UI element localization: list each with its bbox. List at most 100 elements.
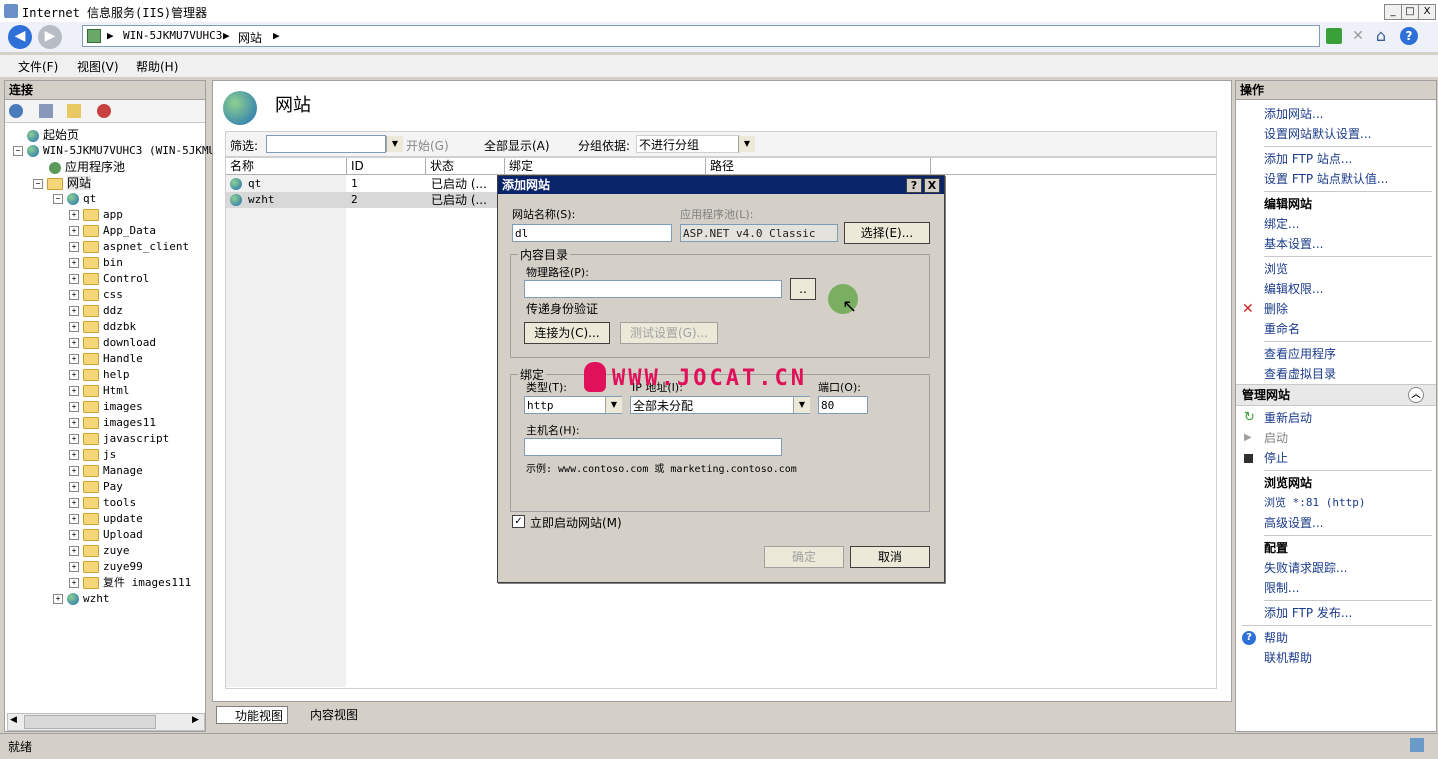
action-add-ftp[interactable]: 添加 FTP 站点... <box>1242 149 1436 169</box>
home-icon[interactable]: ⌂ <box>1372 27 1390 45</box>
action-limits[interactable]: 限制... <box>1242 578 1436 598</box>
column-name[interactable]: 名称 <box>226 158 347 174</box>
tree-folder[interactable]: + App_Data <box>5 223 205 239</box>
expand-icon[interactable]: + <box>69 450 79 460</box>
tree-folder[interactable]: + ddzbk <box>5 319 205 335</box>
column-id[interactable]: ID <box>347 158 426 174</box>
physical-path-input[interactable] <box>524 280 782 298</box>
tree-folder[interactable]: + Upload <box>5 527 205 543</box>
disconnect-icon[interactable] <box>97 104 111 118</box>
port-input[interactable]: 80 <box>818 396 868 414</box>
maximize-button[interactable]: □ <box>1401 4 1419 20</box>
tab-content-view[interactable]: 内容视图 <box>292 706 364 724</box>
action-ftp-defaults[interactable]: 设置 FTP 站点默认值... <box>1242 169 1436 189</box>
tree-site-wzht[interactable]: + wzht <box>5 591 205 607</box>
tree-folder[interactable]: + tools <box>5 495 205 511</box>
host-name-input[interactable] <box>524 438 782 456</box>
tree-folder[interactable]: + zuye99 <box>5 559 205 575</box>
up-folder-icon[interactable] <box>67 104 81 118</box>
back-arrow-icon[interactable]: ◀ <box>8 25 32 49</box>
select-app-pool-button[interactable]: 选择(E)... <box>844 222 930 244</box>
expand-icon[interactable]: + <box>69 306 79 316</box>
breadcrumb-sites[interactable]: 网站 <box>238 29 262 46</box>
ip-address-select[interactable]: 全部未分配 <box>630 396 810 414</box>
cancel-button[interactable]: 取消 <box>850 546 930 568</box>
filter-input[interactable] <box>266 135 386 153</box>
connect-as-button[interactable]: 连接为(C)... <box>524 322 610 344</box>
tree-folder[interactable]: + Control <box>5 271 205 287</box>
action-start[interactable]: ▶ 启动 <box>1242 428 1436 448</box>
expand-icon[interactable]: + <box>69 402 79 412</box>
action-online-help[interactable]: 联机帮助 <box>1242 648 1436 668</box>
action-browse-81[interactable]: 浏览 *:81 (http) <box>1242 493 1436 513</box>
action-add-ftp-pub[interactable]: 添加 FTP 发布... <box>1242 603 1436 623</box>
tree-server[interactable]: − WIN-5JKMU7VUHC3 (WIN-5JKMU <box>5 143 215 159</box>
tree-folder[interactable]: + css <box>5 287 205 303</box>
action-add-site[interactable]: 添加网站... <box>1242 104 1436 124</box>
expand-icon[interactable]: + <box>69 386 79 396</box>
collapse-icon[interactable]: − <box>13 146 23 156</box>
tree-sites[interactable]: − 网站 <box>5 175 205 191</box>
group-dropdown-icon[interactable]: ▼ <box>738 136 755 152</box>
expand-icon[interactable]: + <box>69 242 79 252</box>
scroll-thumb[interactable] <box>24 715 156 729</box>
column-path[interactable]: 路径 <box>706 158 931 174</box>
expand-icon[interactable]: + <box>69 258 79 268</box>
tree-folder[interactable]: + bin <box>5 255 205 271</box>
tree-folder[interactable]: + Handle <box>5 351 205 367</box>
action-bindings[interactable]: 绑定... <box>1242 214 1436 234</box>
tree-folder[interactable]: + Html <box>5 383 205 399</box>
expand-icon[interactable]: + <box>69 418 79 428</box>
close-button[interactable]: X <box>1418 4 1436 20</box>
refresh-icon[interactable] <box>1326 28 1342 44</box>
table-row[interactable]: qt 1 已启动 (... <box>226 176 506 192</box>
action-help[interactable]: ? 帮助 <box>1242 628 1436 648</box>
action-view-apps[interactable]: 查看应用程序 <box>1242 344 1436 364</box>
table-row[interactable]: wzht 2 已启动 (... <box>226 192 506 208</box>
column-status[interactable]: 状态 <box>426 158 505 174</box>
tree-site-qt[interactable]: − qt <box>5 191 205 207</box>
group-by-select[interactable]: 不进行分组 <box>636 135 740 153</box>
expand-icon[interactable]: + <box>69 530 79 540</box>
expand-icon[interactable]: + <box>69 562 79 572</box>
expand-icon[interactable]: + <box>69 290 79 300</box>
expand-icon[interactable]: + <box>69 578 79 588</box>
action-basic-settings[interactable]: 基本设置... <box>1242 234 1436 254</box>
expand-icon[interactable]: + <box>69 466 79 476</box>
horizontal-scrollbar[interactable]: ◀ ▶ <box>7 713 205 731</box>
action-delete[interactable]: ✕ 删除 <box>1242 299 1436 319</box>
tree-folder[interactable]: + app <box>5 207 205 223</box>
scroll-left-icon[interactable]: ◀ <box>10 715 17 725</box>
expand-icon[interactable]: + <box>69 322 79 332</box>
filter-dropdown-icon[interactable]: ▼ <box>386 136 403 152</box>
connect-icon[interactable] <box>9 104 23 118</box>
menu-help[interactable]: 帮助(H) <box>136 58 178 75</box>
tree-folder[interactable]: + images <box>5 399 205 415</box>
tree-folder[interactable]: + Manage <box>5 463 205 479</box>
expand-icon[interactable]: + <box>69 498 79 508</box>
minimize-button[interactable]: _ <box>1384 4 1402 20</box>
collapse-icon[interactable]: − <box>53 194 63 204</box>
action-advanced[interactable]: 高级设置... <box>1242 513 1436 533</box>
action-stop[interactable]: 停止 <box>1242 448 1436 468</box>
type-dropdown-icon[interactable]: ▼ <box>605 397 622 413</box>
address-box[interactable]: ▶ WIN-5JKMU7VUHC3 ▶ 网站 ▶ <box>82 25 1320 47</box>
expand-icon[interactable]: + <box>53 594 63 604</box>
tree-app-pools[interactable]: 应用程序池 <box>5 159 205 175</box>
collapse-icon[interactable]: − <box>33 179 43 189</box>
stop-icon[interactable]: ✕ <box>1350 28 1366 44</box>
tree-folder[interactable]: + aspnet_client <box>5 239 205 255</box>
menu-file[interactable]: 文件(F) <box>18 58 58 75</box>
manage-site-header[interactable]: 管理网站 ︿ <box>1236 384 1436 406</box>
action-edit-permissions[interactable]: 编辑权限... <box>1242 279 1436 299</box>
expand-icon[interactable]: + <box>69 226 79 236</box>
forward-arrow-icon[interactable]: ▶ <box>38 25 62 49</box>
action-explore[interactable]: 浏览 <box>1242 259 1436 279</box>
tree-folder[interactable]: + js <box>5 447 205 463</box>
expand-icon[interactable]: + <box>69 274 79 284</box>
dialog-close-button[interactable]: X <box>924 178 940 193</box>
action-site-defaults[interactable]: 设置网站默认设置... <box>1242 124 1436 144</box>
start-immediately-checkbox[interactable]: ✓ <box>512 515 525 528</box>
breadcrumb-server[interactable]: WIN-5JKMU7VUHC3 <box>123 29 222 42</box>
expand-icon[interactable]: + <box>69 434 79 444</box>
